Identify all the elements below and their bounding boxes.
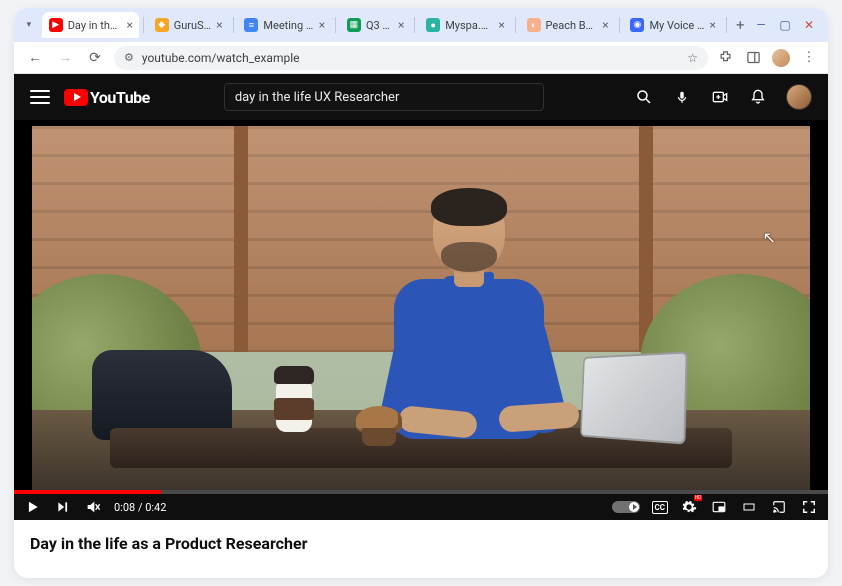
youtube-favicon-icon: ▶ bbox=[49, 18, 63, 32]
profile-avatar[interactable] bbox=[772, 49, 790, 67]
tab-title: GuruShape bbox=[174, 19, 211, 32]
new-tab-button[interactable]: + bbox=[731, 13, 750, 37]
sheets-favicon-icon: ▦ bbox=[347, 18, 361, 32]
mute-button[interactable] bbox=[84, 498, 102, 516]
close-icon[interactable]: × bbox=[709, 19, 715, 31]
miniplayer-button[interactable] bbox=[710, 498, 728, 516]
close-icon[interactable]: × bbox=[398, 19, 404, 31]
settings-badge-icon: HD bbox=[694, 495, 702, 501]
browser-toolbar: ← → ⟳ ⚙ youtube.com/watch_example ☆ ⋮ bbox=[14, 42, 828, 74]
forward-button[interactable]: → bbox=[54, 47, 76, 69]
time-display: 0:08 / 0:42 bbox=[114, 501, 166, 514]
tab-voice-journal[interactable]: ◉ My Voice Journ × bbox=[623, 12, 721, 38]
youtube-wordmark: YouTube bbox=[90, 88, 150, 107]
side-panel-icon[interactable] bbox=[744, 49, 762, 67]
youtube-page: YouTube day in the life UX Researcher bbox=[14, 74, 828, 578]
autoplay-toggle[interactable] bbox=[612, 501, 640, 513]
tab-title: Peach Bank Gr bbox=[546, 19, 598, 32]
close-icon[interactable]: × bbox=[602, 19, 608, 31]
tab-q3-stats[interactable]: ▦ Q3 stats × bbox=[340, 12, 410, 38]
tab-myspa[interactable]: ● Myspa.House × bbox=[419, 12, 511, 38]
play-button[interactable] bbox=[24, 498, 42, 516]
close-icon[interactable]: × bbox=[127, 19, 133, 31]
close-icon[interactable]: × bbox=[319, 19, 325, 31]
maximize-icon[interactable]: ▢ bbox=[778, 18, 792, 32]
youtube-logo[interactable]: YouTube bbox=[64, 88, 150, 107]
tab-title: Day in the life a bbox=[68, 19, 122, 32]
flame-favicon-icon: ◆ bbox=[155, 18, 169, 32]
back-button[interactable]: ← bbox=[24, 47, 46, 69]
window-controls: — ▢ ✕ bbox=[754, 18, 822, 32]
tab-gurushape[interactable]: ◆ GuruShape × bbox=[148, 12, 229, 38]
tab-title: Q3 stats bbox=[366, 19, 393, 32]
site-info-icon[interactable]: ⚙ bbox=[124, 51, 134, 64]
close-icon[interactable]: × bbox=[216, 19, 222, 31]
tab-title: Myspa.House bbox=[445, 19, 493, 32]
tab-meeting-notes[interactable]: ≡ Meeting notes × bbox=[237, 12, 331, 38]
search-text: day in the life UX Researcher bbox=[235, 90, 400, 105]
tab-strip: ▾ ▶ Day in the life a × ◆ GuruShape × ≡ … bbox=[14, 8, 828, 42]
cast-button[interactable] bbox=[770, 498, 788, 516]
address-bar[interactable]: ⚙ youtube.com/watch_example ☆ bbox=[114, 46, 708, 70]
captions-button[interactable]: CC bbox=[652, 501, 668, 514]
player-controls: 0:08 / 0:42 CC HD bbox=[14, 494, 828, 520]
close-icon[interactable]: × bbox=[498, 19, 504, 31]
fullscreen-button[interactable] bbox=[800, 498, 818, 516]
extension-area: ⋮ bbox=[716, 49, 818, 67]
notifications-icon[interactable] bbox=[748, 87, 768, 107]
url-text: youtube.com/watch_example bbox=[142, 51, 679, 65]
youtube-header: YouTube day in the life UX Researcher bbox=[14, 74, 828, 120]
search-input[interactable]: day in the life UX Researcher bbox=[224, 83, 544, 111]
theater-button[interactable] bbox=[740, 498, 758, 516]
browser-window: ▾ ▶ Day in the life a × ◆ GuruShape × ≡ … bbox=[14, 8, 828, 578]
cursor-icon: ↖ bbox=[763, 228, 776, 247]
hamburger-icon[interactable] bbox=[30, 90, 50, 104]
video-frame bbox=[32, 126, 810, 490]
peach-favicon-icon: ◐ bbox=[527, 18, 541, 32]
voice-search-icon[interactable] bbox=[672, 87, 692, 107]
video-title: Day in the life as a Product Researcher bbox=[14, 520, 828, 553]
search-icon[interactable] bbox=[634, 87, 654, 107]
tab-youtube[interactable]: ▶ Day in the life a × bbox=[42, 12, 139, 38]
youtube-play-icon bbox=[64, 89, 88, 106]
reload-button[interactable]: ⟳ bbox=[84, 47, 106, 69]
create-icon[interactable] bbox=[710, 87, 730, 107]
bookmark-icon[interactable]: ☆ bbox=[687, 51, 698, 65]
tab-peach-bank[interactable]: ◐ Peach Bank Gr × bbox=[520, 12, 615, 38]
docs-favicon-icon: ≡ bbox=[244, 18, 258, 32]
settings-button[interactable]: HD bbox=[680, 498, 698, 516]
close-window-icon[interactable]: ✕ bbox=[802, 18, 816, 32]
circle-favicon-icon: ◉ bbox=[630, 18, 644, 32]
tab-title: My Voice Journ bbox=[649, 19, 704, 32]
minimize-icon[interactable]: — bbox=[754, 18, 768, 32]
tab-title: Meeting notes bbox=[263, 19, 313, 32]
tab-scroll-icon[interactable]: ▾ bbox=[20, 14, 38, 36]
next-button[interactable] bbox=[54, 498, 72, 516]
circle-favicon-icon: ● bbox=[426, 18, 440, 32]
kebab-menu-icon[interactable]: ⋮ bbox=[800, 49, 818, 67]
video-player[interactable]: ↖ 0:08 / 0:42 bbox=[14, 120, 828, 520]
account-avatar[interactable] bbox=[786, 84, 812, 110]
extensions-icon[interactable] bbox=[716, 49, 734, 67]
